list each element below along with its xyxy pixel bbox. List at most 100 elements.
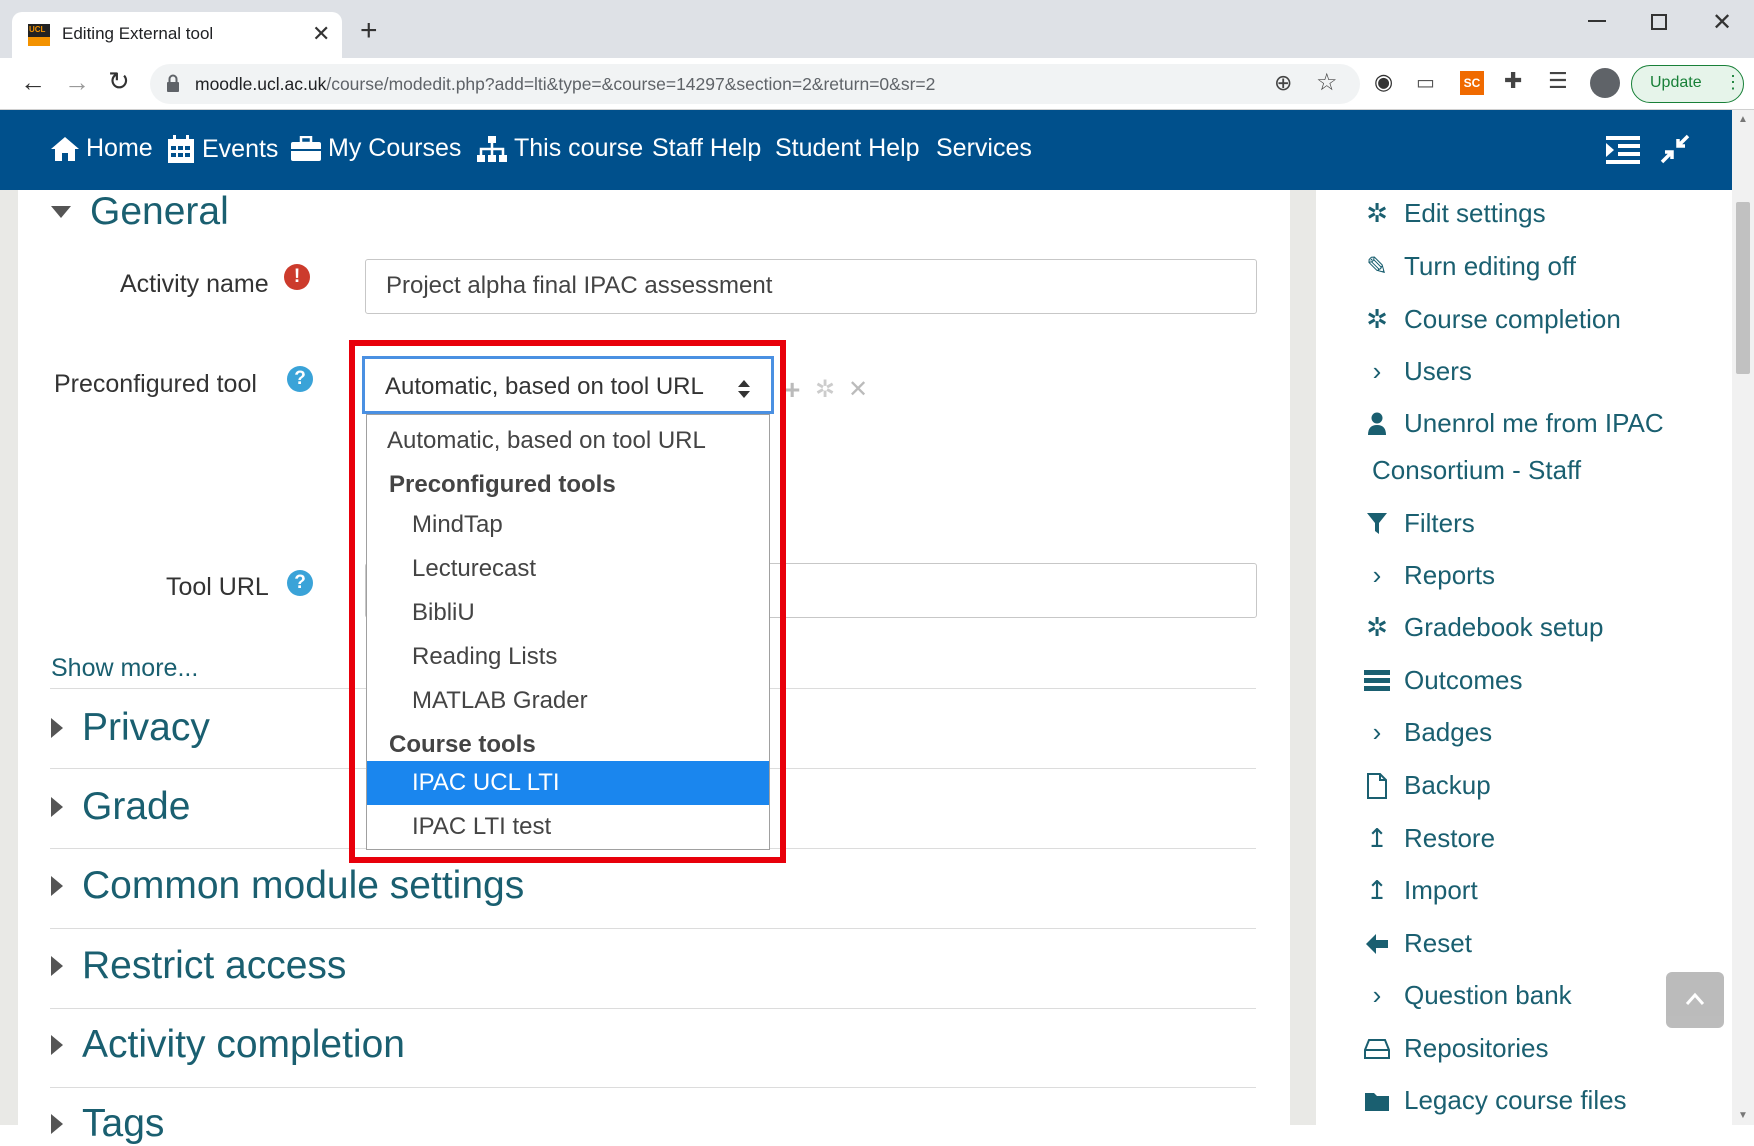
preconfigured-tool-label: Preconfigured tool (54, 370, 257, 398)
back-icon[interactable]: ← (20, 67, 46, 98)
chevron-right-icon: › (1372, 356, 1382, 386)
sidebar-item-badges[interactable]: › Badges (1364, 717, 1493, 748)
scrollbar-thumb[interactable] (1736, 202, 1750, 374)
more-icon: ⋮ (1724, 72, 1742, 92)
nav-this-course[interactable]: This course (476, 134, 643, 163)
arrow-left-icon (1364, 931, 1390, 957)
sitemap-icon (477, 135, 507, 162)
briefcase-icon (291, 135, 321, 161)
gear-icon: ✲ (1366, 304, 1388, 334)
upload-arrow-icon: ↥ (1366, 875, 1388, 905)
edit-tool-gear-icon[interactable]: ✲ (815, 376, 835, 404)
forward-icon[interactable]: → (64, 67, 90, 98)
sidebar-item-unenrol-continued[interactable]: Consortium - Staff (1372, 455, 1581, 486)
caret-right-icon (51, 956, 63, 976)
activity-name-label: Activity name (120, 270, 269, 298)
reading-list-icon[interactable]: ☰ (1548, 68, 1568, 94)
nav-student-help[interactable]: Student Help (775, 134, 920, 163)
section-restrict-access-header[interactable]: Restrict access (50, 944, 346, 988)
sidebar-item-legacy-files[interactable]: Legacy course files (1364, 1085, 1627, 1116)
left-gutter (0, 190, 18, 1125)
zoom-icon[interactable]: ⊕ (1274, 70, 1292, 96)
bookmark-star-icon[interactable]: ☆ (1316, 68, 1338, 97)
activity-name-input[interactable]: Project alpha final IPAC assessment (365, 259, 1257, 314)
nav-events[interactable]: Events (166, 134, 278, 164)
caret-down-icon (51, 206, 71, 218)
minimize-icon[interactable] (1588, 20, 1606, 22)
user-icon (1364, 411, 1390, 437)
section-tags-header[interactable]: Tags (50, 1102, 164, 1146)
help-icon[interactable]: ? (287, 570, 313, 596)
sidebar-item-unenrol[interactable]: Unenrol me from IPAC (1364, 408, 1664, 439)
sidebar-item-backup[interactable]: Backup (1364, 770, 1491, 801)
extensions-puzzle-icon[interactable]: ✚ (1504, 68, 1522, 94)
caret-right-icon (51, 718, 63, 738)
scroll-up-arrow-icon[interactable]: ▲ (1738, 114, 1748, 125)
divider (50, 1087, 1256, 1088)
sidebar-item-restore[interactable]: ↥ Restore (1364, 823, 1495, 854)
reload-icon[interactable]: ↻ (108, 66, 130, 97)
url-text: moodle.ucl.ac.uk/course/modedit.php?add=… (195, 74, 936, 94)
new-tab-icon[interactable]: + (360, 16, 378, 46)
back-to-top-button[interactable] (1666, 972, 1724, 1028)
sidebar-item-reset[interactable]: Reset (1364, 928, 1472, 959)
divider (50, 1008, 1256, 1009)
nav-home[interactable]: Home (50, 134, 153, 163)
chevron-right-icon: › (1372, 560, 1382, 590)
main-gutter (1290, 190, 1316, 1125)
section-privacy-header[interactable]: Privacy (50, 706, 210, 750)
add-tool-icon[interactable]: + (784, 376, 800, 404)
divider (50, 928, 1256, 929)
delete-tool-icon[interactable]: ✕ (848, 376, 868, 404)
moodle-navbar: Home Events My Courses This course Staff… (0, 110, 1732, 190)
browser-tab[interactable]: UCL Editing External tool ✕ (12, 12, 342, 58)
sidebar-item-course-completion[interactable]: ✲ Course completion (1364, 304, 1621, 335)
profile-avatar-icon[interactable] (1590, 68, 1620, 98)
sidebar-item-import[interactable]: ↥ Import (1364, 875, 1478, 906)
scroll-down-arrow-icon[interactable]: ▼ (1738, 1110, 1748, 1121)
extension-globe-icon[interactable]: ◉ (1374, 69, 1393, 95)
filter-icon (1364, 511, 1390, 537)
sidebar-item-filters[interactable]: Filters (1364, 508, 1475, 539)
close-tab-icon[interactable]: ✕ (312, 21, 330, 47)
show-more-link[interactable]: Show more... (51, 654, 198, 683)
toggle-sidebar-icon[interactable] (1606, 136, 1640, 164)
section-general-header[interactable]: General (50, 190, 229, 234)
sidebar-item-edit-settings[interactable]: ✲ Edit settings (1364, 198, 1546, 229)
close-window-icon[interactable]: ✕ (1712, 8, 1732, 37)
section-activity-completion-header[interactable]: Activity completion (50, 1023, 405, 1067)
chevron-right-icon: › (1372, 980, 1382, 1010)
sidebar-item-question-bank[interactable]: › Question bank (1364, 980, 1572, 1011)
chevron-right-icon: › (1372, 717, 1382, 747)
sidebar-item-gradebook-setup[interactable]: ✲ Gradebook setup (1364, 612, 1603, 643)
pencil-icon: ✎ (1366, 251, 1388, 281)
caret-right-icon (51, 797, 63, 817)
file-icon (1364, 772, 1390, 799)
sidebar-item-repositories[interactable]: Repositories (1364, 1033, 1549, 1064)
address-bar: ← → ↻ moodle.ucl.ac.uk/course/modedit.ph… (0, 58, 1754, 110)
nav-staff-help[interactable]: Staff Help (652, 134, 761, 163)
help-icon[interactable]: ? (287, 366, 313, 392)
tool-url-label: Tool URL (166, 573, 269, 601)
course-admin-sidebar: ✲ Edit settings ✎ Turn editing off ✲ Course… (1316, 190, 1716, 1125)
nav-services[interactable]: Services (936, 134, 1032, 163)
sidebar-item-turn-editing-off[interactable]: ✎ Turn editing off (1364, 251, 1576, 282)
update-button[interactable]: Update ⋮ (1631, 65, 1744, 103)
maximize-icon[interactable] (1651, 14, 1667, 30)
sidebar-item-reports[interactable]: › Reports (1364, 560, 1495, 591)
sidebar-item-users[interactable]: › Users (1364, 356, 1472, 387)
page-scrollbar[interactable]: ▲ ▼ (1732, 110, 1754, 1125)
gear-icon: ✲ (1366, 612, 1388, 642)
section-grade-header[interactable]: Grade (50, 785, 190, 829)
nav-my-courses[interactable]: My Courses (290, 134, 461, 163)
section-common-module-header[interactable]: Common module settings (50, 864, 524, 908)
gear-icon: ✲ (1366, 198, 1388, 228)
extension-sc-icon[interactable]: SC (1460, 71, 1484, 95)
chevron-up-icon (1685, 992, 1705, 1005)
sidebar-item-outcomes[interactable]: Outcomes (1364, 665, 1523, 696)
compress-icon[interactable] (1660, 134, 1690, 164)
home-icon (51, 136, 79, 161)
caret-right-icon (51, 1035, 63, 1055)
omnibox[interactable]: moodle.ucl.ac.uk/course/modedit.php?add=… (150, 64, 1360, 104)
extension-cast-icon[interactable]: ▭ (1416, 70, 1435, 95)
